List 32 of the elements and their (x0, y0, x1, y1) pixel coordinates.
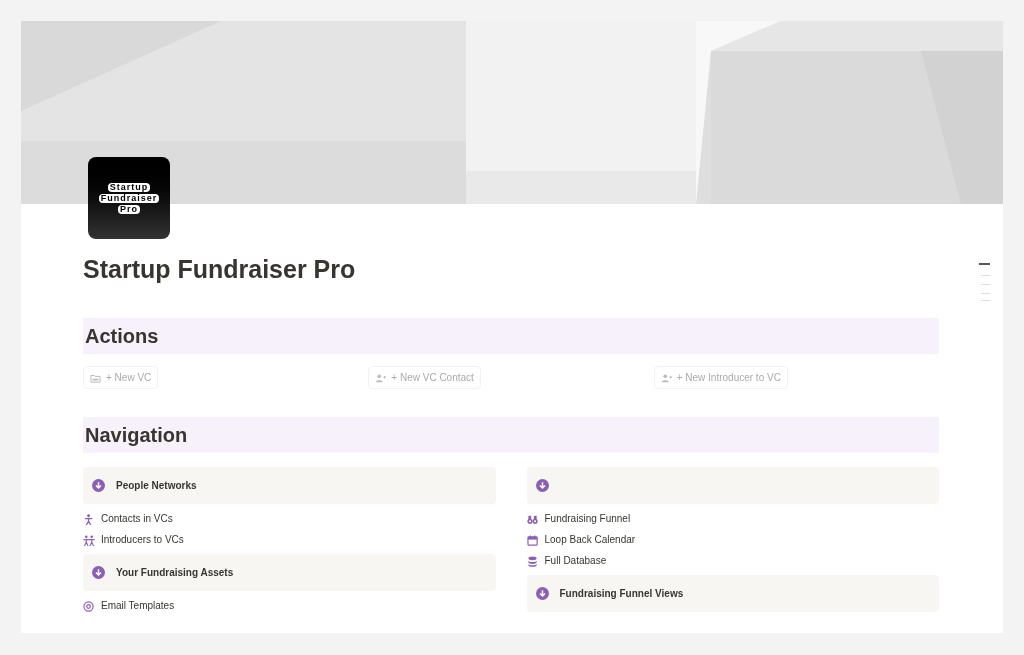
page-link[interactable]: Introducers to VCs (83, 532, 496, 549)
arrow-down-circle-icon (535, 587, 549, 601)
folder-icon (90, 372, 101, 383)
section-heading: Navigation (83, 417, 939, 454)
callout-title: Your Fundraising Assets (116, 566, 234, 581)
page-link[interactable]: Contacts in VCs (83, 511, 496, 528)
person-icon (83, 513, 95, 525)
person-add-icon (375, 372, 387, 383)
page-link[interactable]: Loop Back Calendar (526, 532, 939, 549)
page-link[interactable]: Email Templates (83, 598, 496, 615)
arrow-down-circle-icon (92, 566, 105, 580)
callout[interactable]: Fundraising Funnel Views (526, 575, 939, 613)
database-icon (526, 555, 539, 567)
callout[interactable]: People Networks (83, 467, 496, 505)
icon-text: Pro (118, 204, 140, 214)
page-link[interactable]: Full Database (526, 553, 939, 570)
page-title: Startup Fundraiser Pro (83, 254, 357, 285)
icon-text: Startup (107, 182, 151, 192)
callout[interactable]: Your Fundraising Assets (83, 554, 496, 592)
person-add-icon (660, 372, 672, 383)
arrow-down-circle-icon (92, 479, 105, 493)
callout-title: Fundraising Funnel Views (559, 587, 684, 602)
people-icon (83, 534, 95, 546)
outline-drawing (979, 263, 991, 301)
binoculars-icon (526, 513, 539, 525)
callout-title: People Networks (116, 479, 197, 494)
section-heading: Actions (83, 318, 939, 355)
callout[interactable] (526, 467, 939, 505)
page-link[interactable]: Fundraising Funnel (526, 511, 939, 528)
calendar-icon (526, 534, 539, 546)
arrow-down-circle-icon (535, 479, 549, 493)
icon-text: Fundraiser (98, 193, 160, 203)
